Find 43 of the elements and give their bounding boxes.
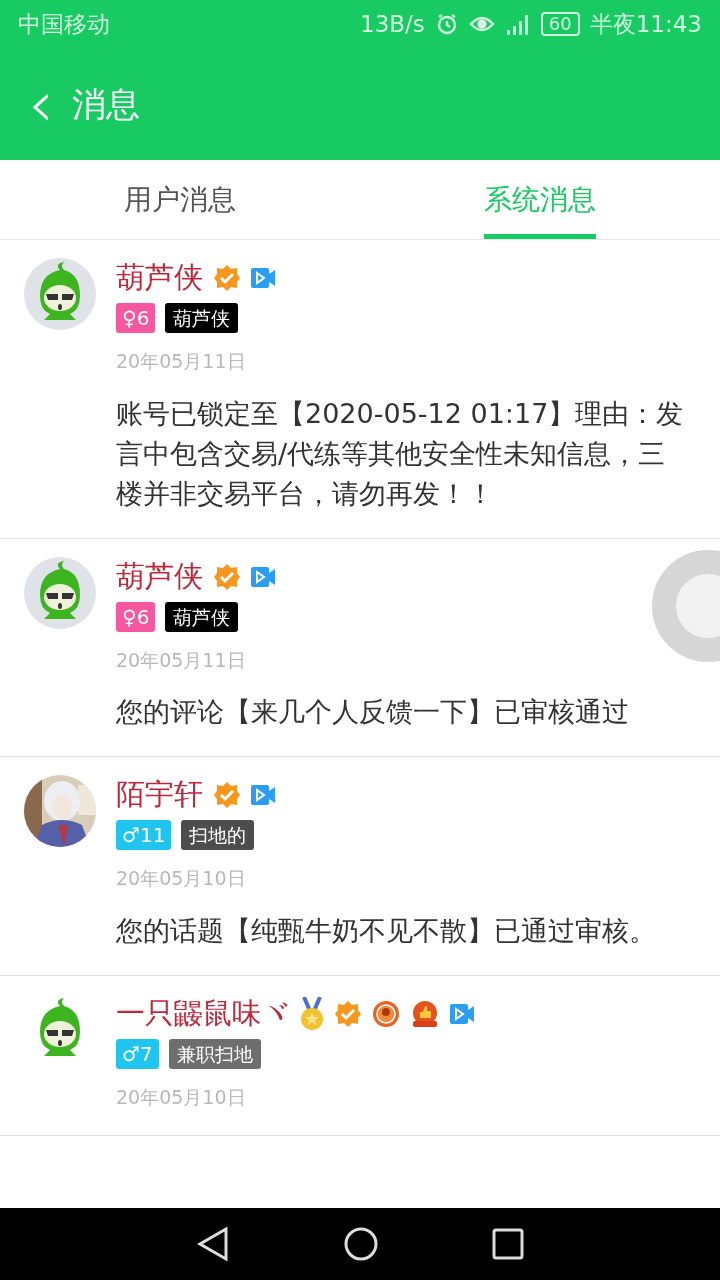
user-name[interactable]: 陌宇轩	[116, 773, 203, 817]
user-tag: 葫芦侠	[165, 303, 239, 333]
network-speed: 13B/s	[360, 9, 425, 39]
message-date: 20年05月10日	[116, 1084, 247, 1110]
tab[interactable]: 用户消息	[124, 160, 236, 239]
battery-indicator: 60	[540, 12, 580, 36]
gender-level-badge: ♂7	[116, 1038, 159, 1069]
message-text: 您的评论【来几个人反馈一下】已审核通过	[116, 695, 630, 729]
signal-icon	[504, 12, 531, 36]
user-name[interactable]: 葫芦侠	[116, 256, 203, 300]
video-icon	[251, 565, 275, 588]
clock-text: 半夜11:43	[589, 9, 702, 39]
message-text: 账号已锁定至【2020-05-12 01:17】理由：发言中包含交易/代练等其他安全性未知信息，三楼并非交易平台，请勿再发！！	[116, 396, 685, 511]
video-icon	[450, 1002, 474, 1025]
verified-icon	[213, 264, 241, 292]
message-date: 20年05月10日	[116, 866, 247, 891]
verified-icon	[213, 562, 241, 591]
verified-icon	[213, 781, 241, 809]
gender-level-badge: ♂11	[116, 820, 172, 850]
back-nav-icon[interactable]	[196, 1226, 231, 1262]
carrier-text: 中国移动	[18, 9, 110, 39]
gourd-avatar-icon	[24, 258, 96, 330]
gourd-avatar-icon	[24, 556, 96, 629]
verified-icon	[334, 999, 362, 1028]
message-text: 您的话题【纯甄牛奶不见不散】已通过审核。	[116, 913, 657, 948]
user-tag: 扫地的	[181, 820, 255, 850]
thumbs-up-medal-icon	[410, 999, 440, 1028]
gender-level-badge: ♀6	[116, 601, 156, 632]
user-name[interactable]: 一只鼹鼠味ヾ	[116, 991, 290, 1036]
recents-nav-icon[interactable]	[491, 1228, 524, 1260]
page-title: 消息	[71, 82, 140, 126]
message-date: 20年05月11日	[116, 349, 247, 374]
home-nav-icon[interactable]	[343, 1226, 379, 1262]
user-tag: 葫芦侠	[165, 601, 239, 632]
video-icon	[251, 784, 275, 806]
medal-icon	[300, 996, 324, 1031]
video-icon	[251, 267, 275, 289]
eye-icon	[468, 14, 495, 34]
user-tag: 兼职扫地	[168, 1038, 261, 1069]
rank-medal-icon	[372, 999, 400, 1028]
message-date: 20年05月11日	[116, 647, 247, 673]
user-name[interactable]: 葫芦侠	[116, 554, 203, 599]
gender-level-badge: ♀6	[116, 303, 156, 333]
